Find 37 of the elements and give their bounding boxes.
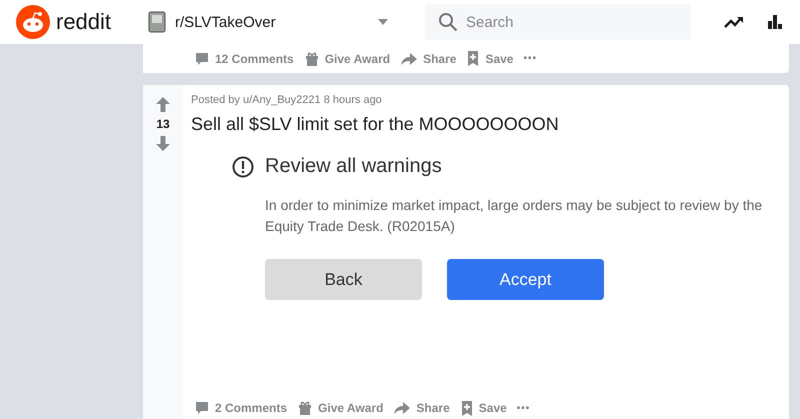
back-button[interactable]: Back <box>265 259 422 300</box>
gift-icon <box>297 400 314 416</box>
more-button[interactable]: ••• <box>514 400 534 416</box>
comments-button[interactable]: 2 Comments <box>191 398 290 418</box>
bookmark-icon <box>466 50 480 67</box>
community-avatar-icon <box>148 11 166 33</box>
bookmark-icon <box>460 400 474 416</box>
post-meta: Posted by u/Any_Buy2221 8 hours ago <box>191 94 383 106</box>
community-selector[interactable]: r/SLVTakeOver <box>146 11 408 33</box>
award-button[interactable]: Give Award <box>294 398 386 418</box>
comment-icon <box>194 50 210 66</box>
share-arrow-icon <box>400 50 418 66</box>
bar-chart-icon[interactable] <box>766 13 784 31</box>
comment-icon <box>194 400 210 416</box>
trending-icon[interactable] <box>724 15 744 29</box>
caret-icon <box>378 19 388 25</box>
share-button[interactable]: Share <box>390 398 453 418</box>
vote-count: 13 <box>156 117 170 131</box>
downvote-icon[interactable] <box>156 136 170 151</box>
save-button[interactable]: Save <box>463 48 516 69</box>
logo-wordmark[interactable]: reddit <box>56 9 112 35</box>
upvote-icon[interactable] <box>156 97 170 112</box>
comments-button[interactable]: 12 Comments <box>191 48 297 68</box>
dialog-title: Review all warnings <box>265 155 442 178</box>
post-title[interactable]: Sell all $SLV limit set for the MOOOOOOOON <box>191 114 789 135</box>
warning-icon <box>232 156 254 178</box>
share-arrow-icon <box>393 400 412 416</box>
search-field[interactable]: Search <box>425 4 691 40</box>
accept-button[interactable]: Accept <box>447 259 604 300</box>
alien-logo-icon <box>16 5 50 39</box>
dialog-message: In order to minimize market impact, large orders may be subject to review by the Equity Trade Desk. (R02015A) <box>265 196 764 236</box>
award-button[interactable]: Give Award <box>300 48 394 68</box>
gift-icon <box>304 50 320 66</box>
search-icon <box>438 12 458 32</box>
more-button[interactable]: ••• <box>520 51 540 66</box>
save-button[interactable]: Save <box>456 398 510 418</box>
share-button[interactable]: Share <box>397 48 460 68</box>
